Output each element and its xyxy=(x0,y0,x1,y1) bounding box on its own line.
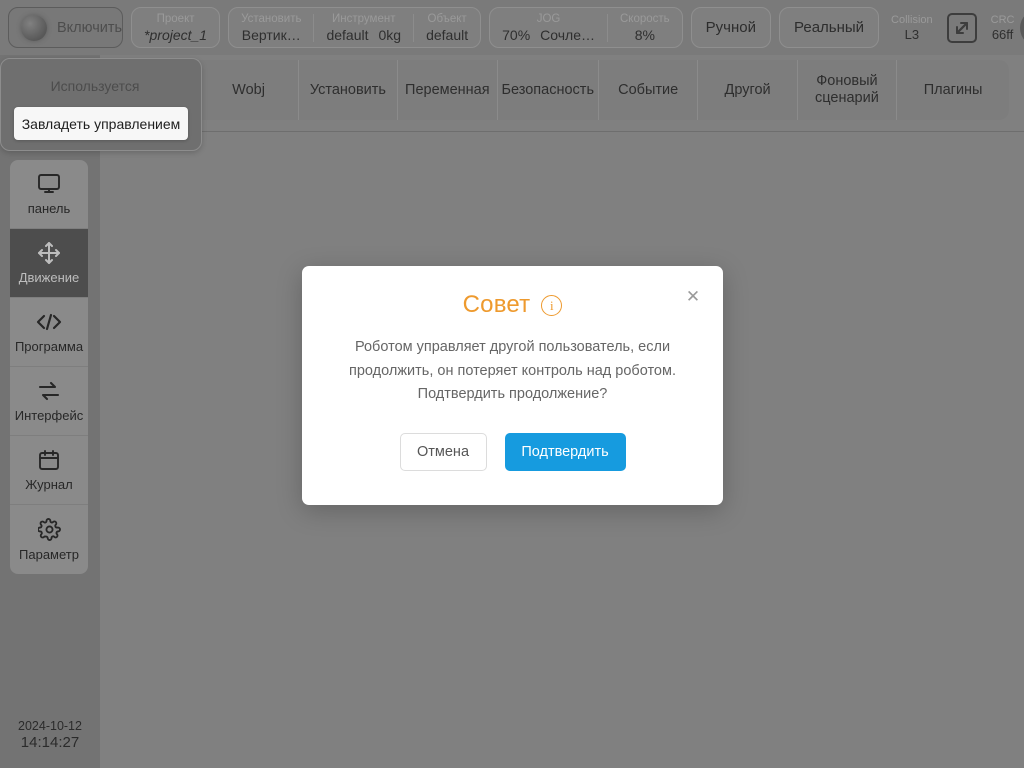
monitor-icon xyxy=(37,172,61,196)
project-value: *project_1 xyxy=(144,26,208,43)
install-stat: Установить Вертик… xyxy=(229,12,313,44)
jog-value: Сочле… xyxy=(540,26,595,43)
crc-value: 66ff xyxy=(991,26,1014,42)
modal-action-row: Отмена Подтвердить xyxy=(302,432,723,471)
tab-event[interactable]: Событие xyxy=(599,60,699,120)
expand-arrows-icon[interactable] xyxy=(946,12,977,43)
sidebar-label: Программа xyxy=(14,339,84,354)
sidebar-label: Параметр xyxy=(19,546,79,562)
speed-stat: Скорость 8% xyxy=(608,12,682,44)
tab-other[interactable]: Другой xyxy=(698,60,798,120)
sidebar-label: Движение xyxy=(18,270,80,285)
tab-safety[interactable]: Безопасность xyxy=(498,60,599,120)
sidebar-label: панель xyxy=(27,201,71,216)
cancel-button[interactable]: Отмена xyxy=(399,432,487,471)
calendar-icon xyxy=(38,448,60,472)
confirm-button[interactable]: Подтвердить xyxy=(504,432,626,471)
status-date: 2024-10-12 xyxy=(18,719,82,733)
install-value: Вертик… xyxy=(241,26,301,43)
collision-label: Collision xyxy=(891,13,933,26)
code-icon xyxy=(36,310,62,334)
tab-plugins[interactable]: Плагины xyxy=(897,60,1009,120)
status-timestamp: 2024-10-12 14:14:27 xyxy=(0,718,100,752)
sidebar-item-panel[interactable]: панель xyxy=(10,160,88,229)
content-separator xyxy=(100,131,1024,132)
tab-background-script[interactable]: Фоновый сценарий xyxy=(798,60,898,120)
main-tab-bar: Инструмент Wobj Установить Переменная Бе… xyxy=(100,60,1009,120)
jog-label: JOG xyxy=(536,12,561,25)
sidebar-item-parameter[interactable]: Параметр xyxy=(10,505,88,574)
jog-speed-pill[interactable]: JOG 70% Сочле… Скорость 8% xyxy=(489,7,683,48)
sidebar-item-interface[interactable]: Интерфейс xyxy=(10,367,88,436)
object-value: default xyxy=(426,26,469,43)
mode-real-button[interactable]: Реальный xyxy=(779,7,880,48)
takeover-control-button[interactable]: Завладеть управлением xyxy=(14,107,188,140)
tab-wobj[interactable]: Wobj xyxy=(199,60,299,120)
speed-label: Скорость xyxy=(620,12,670,25)
tool-label: Инструмент xyxy=(332,12,396,25)
application-root: Включить Проект *project_1 Установить Ве… xyxy=(0,0,1024,768)
crc-status[interactable]: CRC 66ff xyxy=(987,13,1019,43)
status-time: 14:14:27 xyxy=(20,734,80,751)
tab-install[interactable]: Установить xyxy=(299,60,399,120)
info-circle-icon: i xyxy=(541,294,563,316)
jog-stat: JOG 70% Сочле… xyxy=(490,12,607,44)
tool-value: default xyxy=(326,26,369,43)
top-status-bar: Включить Проект *project_1 Установить Ве… xyxy=(0,0,1024,55)
close-icon[interactable]: ✕ xyxy=(683,286,703,306)
user-avatar[interactable]: A xyxy=(1020,8,1024,47)
tip-modal-dialog: ✕ Совет i Роботом управляет другой польз… xyxy=(302,266,723,505)
tab-variable[interactable]: Переменная xyxy=(398,60,498,120)
move-arrows-icon xyxy=(37,241,61,265)
exchange-arrows-icon xyxy=(37,379,61,403)
collision-status[interactable]: Collision L3 xyxy=(887,13,937,43)
sidebar-item-movement[interactable]: Движение xyxy=(10,229,88,298)
gear-icon xyxy=(37,518,61,542)
project-pill[interactable]: Проект *project_1 xyxy=(131,7,221,48)
sidebar-item-journal[interactable]: Журнал xyxy=(10,436,88,505)
left-sidebar: панель Движение Программа Интерфейс Журн… xyxy=(10,160,88,574)
jog-percent: 70% xyxy=(502,26,531,43)
enable-robot-label: Включить xyxy=(57,19,123,36)
crc-label: CRC xyxy=(990,13,1015,26)
mode-manual-button[interactable]: Ручной xyxy=(690,7,771,48)
speed-value: 8% xyxy=(634,26,655,43)
enable-robot-button[interactable]: Включить xyxy=(8,7,124,48)
tool-stat: Инструмент default 0kg xyxy=(314,12,413,44)
modal-message: Роботом управляет другой пользователь, е… xyxy=(349,339,676,402)
modal-title: Совет xyxy=(462,291,531,318)
modal-header: Совет i xyxy=(302,266,723,319)
project-stat: Проект *project_1 xyxy=(132,12,219,44)
power-on-green-icon xyxy=(21,14,47,41)
collision-value: L3 xyxy=(904,26,920,42)
object-label: Объект xyxy=(427,12,467,25)
project-label: Проект xyxy=(156,12,195,25)
tool-object-pill[interactable]: Установить Вертик… Инструмент default 0k… xyxy=(228,7,482,48)
sidebar-label: Интерфейс xyxy=(14,408,84,423)
sidebar-label: Журнал xyxy=(25,477,73,492)
object-stat: Объект default xyxy=(414,12,480,44)
tool-payload: 0kg xyxy=(378,26,402,43)
sidebar-item-program[interactable]: Программа xyxy=(10,298,88,367)
install-label: Установить xyxy=(241,12,302,25)
control-ownership-title: Используется xyxy=(50,78,140,94)
